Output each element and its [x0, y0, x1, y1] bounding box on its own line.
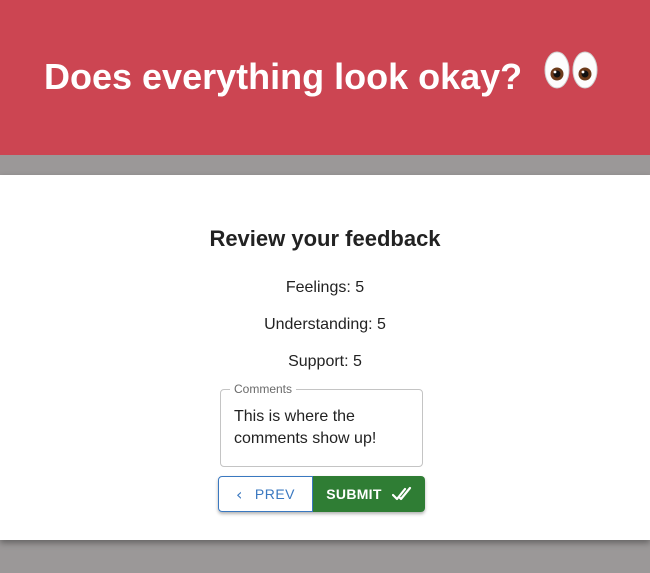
- review-title: Review your feedback: [209, 226, 441, 251]
- double-check-icon: [391, 486, 411, 501]
- comments-field[interactable]: Comments This is where the comments show…: [220, 382, 423, 467]
- header-title: Does everything look okay?: [44, 56, 523, 97]
- comments-label: Comments: [230, 382, 297, 396]
- navigation-button-group: ‹ PREV SUBMIT: [218, 476, 425, 512]
- prev-button[interactable]: ‹ PREV: [218, 476, 313, 512]
- feelings-value: Feelings: 5: [285, 279, 365, 296]
- prev-button-label: PREV: [254, 486, 296, 502]
- review-card: Review your feedback Feelings: 5 Underst…: [0, 175, 650, 540]
- background-band: [0, 155, 650, 175]
- support-value: Support: 5: [288, 353, 362, 370]
- eyes-emoji-icon: [544, 51, 598, 89]
- understanding-value: Understanding: 5: [264, 316, 386, 333]
- chevron-left-icon: ‹: [235, 484, 243, 504]
- page-header: Does everything look okay?: [0, 0, 650, 155]
- comments-value: This is where the comments show up!: [234, 408, 377, 447]
- submit-button-label: SUBMIT: [326, 486, 382, 502]
- submit-button[interactable]: SUBMIT: [313, 476, 425, 512]
